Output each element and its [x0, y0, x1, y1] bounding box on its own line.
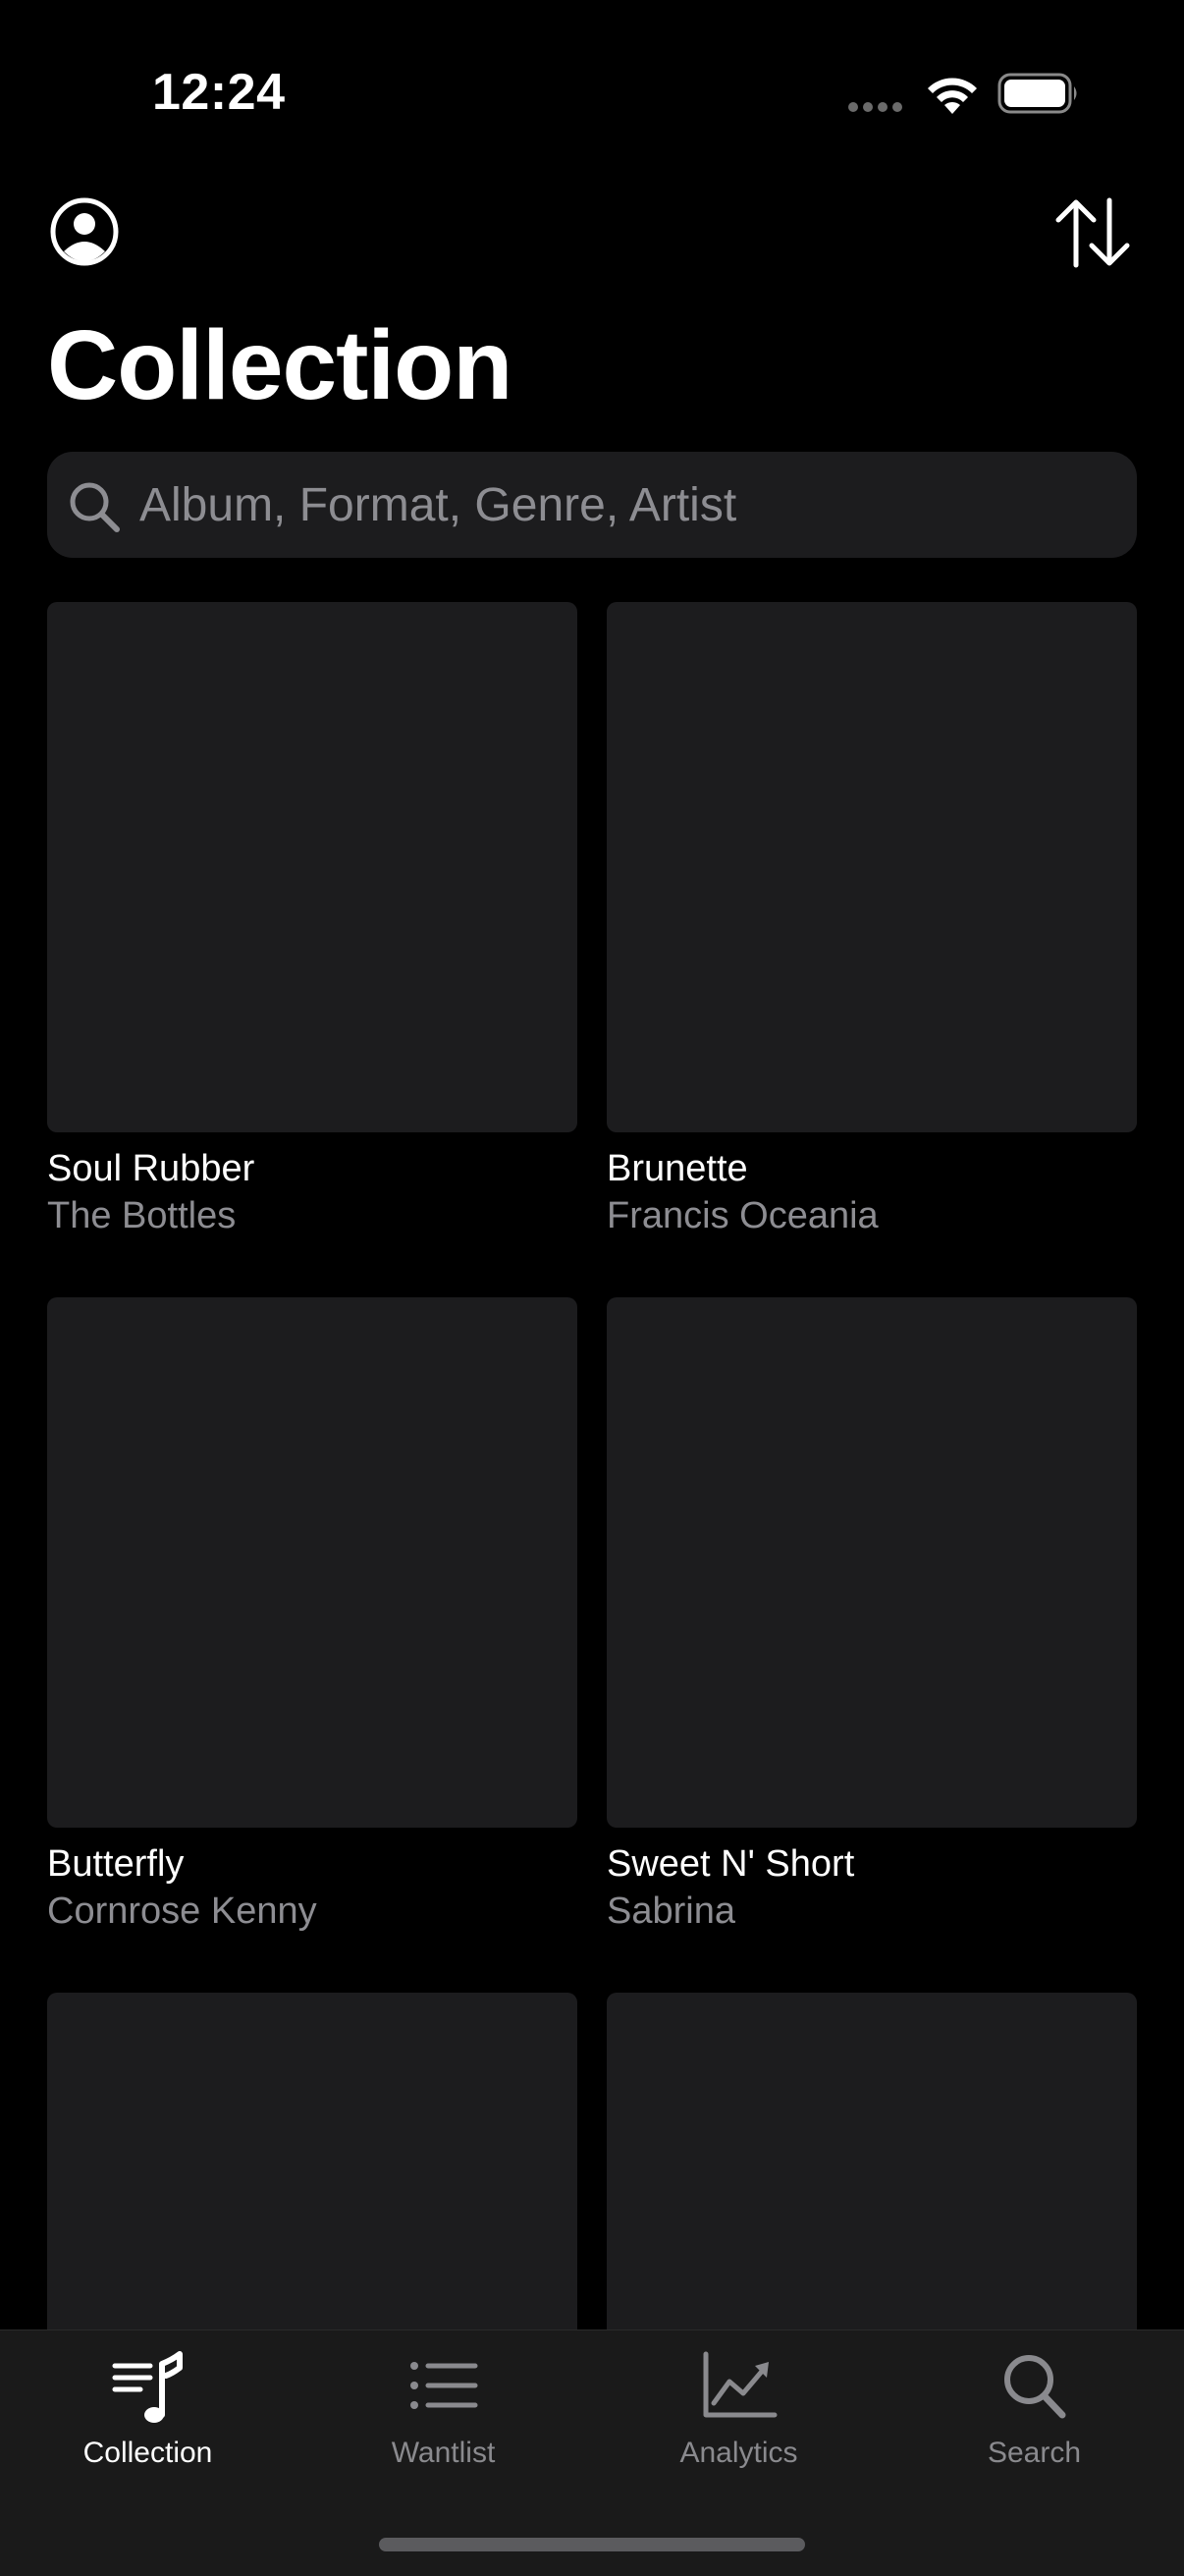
sort-button[interactable] — [1052, 196, 1133, 269]
list-icon — [409, 2362, 477, 2409]
tab-collection[interactable]: Collection — [0, 2330, 296, 2478]
chart-icon — [703, 2351, 777, 2418]
album-card[interactable]: Butterfly Cornrose Kenny — [47, 1297, 577, 1932]
album-cover[interactable] — [47, 1297, 577, 1828]
album-artist: The Bottles — [47, 1195, 237, 1236]
album-card[interactable]: Soul Rubber The Bottles — [47, 602, 577, 1236]
music-list-icon — [112, 2351, 183, 2423]
home-indicator — [379, 2538, 805, 2551]
album-cover[interactable] — [607, 602, 1137, 1132]
tab-analytics[interactable]: Analytics — [591, 2330, 887, 2478]
album-cover[interactable] — [47, 602, 577, 1132]
status-time: 12:24 — [152, 64, 286, 121]
album-cover[interactable] — [607, 1297, 1137, 1828]
wifi-icon — [928, 78, 977, 114]
album-title: Sweet N' Short — [607, 1843, 855, 1885]
magnifier-icon — [1003, 2355, 1065, 2419]
tab-label: Analytics — [679, 2437, 798, 2469]
tab-wantlist[interactable]: Wantlist — [296, 2330, 591, 2478]
tab-label: Collection — [82, 2437, 213, 2469]
album-card[interactable]: Sweet N' Short Sabrina — [607, 1297, 1137, 1932]
album-artist: Cornrose Kenny — [47, 1891, 317, 1932]
signal-dots-icon — [848, 102, 902, 112]
album-card[interactable]: Brunette Francis Oceania — [607, 602, 1137, 1236]
search-field[interactable] — [47, 452, 1137, 558]
album-artist: Francis Oceania — [607, 1195, 879, 1236]
tab-search[interactable]: Search — [887, 2330, 1182, 2478]
tab-label: Wantlist — [391, 2437, 496, 2469]
album-title: Brunette — [607, 1148, 748, 1189]
battery-icon — [997, 73, 1077, 114]
album-artist: Sabrina — [607, 1891, 735, 1932]
search-icon — [70, 482, 120, 532]
status-bar: 12:24 — [0, 0, 1184, 187]
album-title: Soul Rubber — [47, 1148, 255, 1189]
search-input[interactable] — [139, 452, 1111, 558]
profile-button[interactable] — [49, 196, 120, 267]
page-title: Collection — [47, 310, 512, 420]
album-title: Butterfly — [47, 1843, 185, 1885]
tab-label: Search — [987, 2437, 1082, 2469]
